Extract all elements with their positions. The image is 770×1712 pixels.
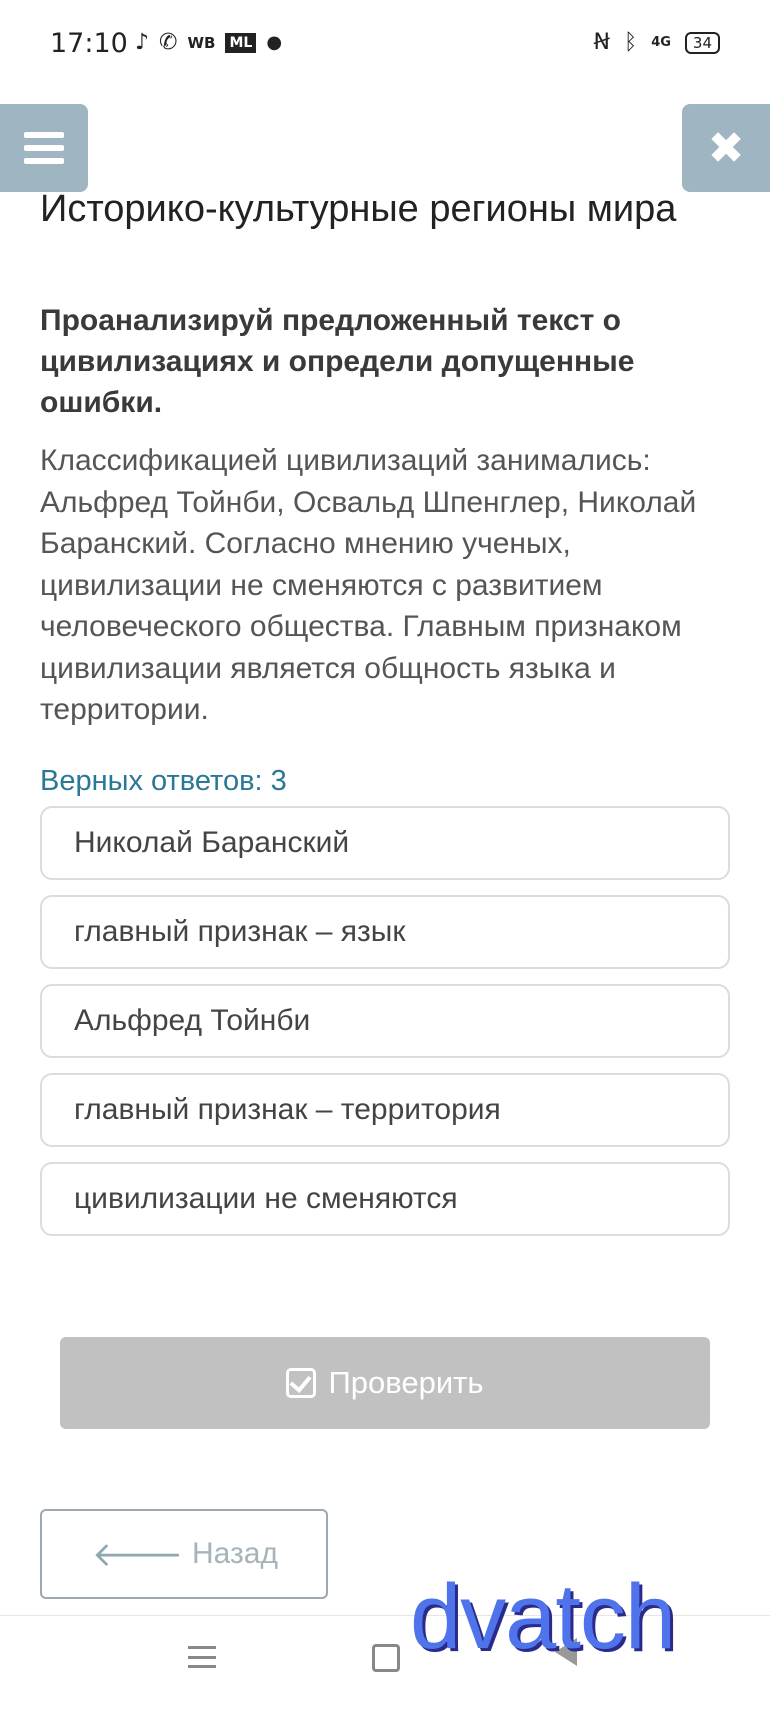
network-icon: 4G (651, 35, 671, 50)
status-bar: 17:10 ♪ ✆ WB ML ● Ꞥ ᛒ 4G 34 (0, 0, 770, 95)
more-notifications-dot: ● (266, 32, 283, 53)
system-icons: Ꞥ ᛒ 4G 34 (594, 30, 720, 55)
answer-option[interactable]: Альфред Тойнби (40, 984, 730, 1058)
answer-option[interactable]: цивилизации не сменяются (40, 1162, 730, 1236)
ml-icon: ML (225, 32, 257, 53)
battery-icon: 34 (684, 31, 720, 54)
answer-option[interactable]: главный признак – территория (40, 1073, 730, 1147)
home-icon[interactable] (372, 1644, 400, 1672)
check-button[interactable]: Проверить (60, 1337, 710, 1429)
arrow-left-icon: 🡐 (92, 1535, 184, 1574)
bluetooth-icon: ᛒ (623, 30, 638, 55)
nfc-icon: Ꞥ (593, 30, 610, 55)
answer-options: Николай Баранский главный признак – язык… (40, 806, 730, 1251)
watermark: dvatch (410, 1566, 676, 1668)
answer-option[interactable]: главный признак – язык (40, 895, 730, 969)
back-button[interactable]: 🡐 Назад (40, 1509, 328, 1599)
answer-option[interactable]: Николай Баранский (40, 806, 730, 880)
status-time: 17:10 (50, 28, 128, 59)
correct-answers-count: Верных ответов: 3 (40, 765, 287, 797)
page-title: Историко-культурные регионы мира (40, 188, 677, 230)
check-button-label: Проверить (328, 1365, 484, 1400)
task-text: Классификацией цивилизаций занимались: А… (40, 444, 697, 726)
notification-icons: ♪ ✆ WB ML ● (135, 30, 282, 55)
checkbox-check-icon (286, 1368, 317, 1398)
close-button[interactable]: ✖ (682, 104, 770, 192)
back-button-label: Назад (192, 1537, 278, 1570)
recent-apps-icon[interactable] (188, 1646, 216, 1668)
close-icon: ✖ (707, 122, 745, 174)
menu-button[interactable] (0, 104, 88, 192)
hamburger-icon (24, 132, 64, 164)
task-heading: Проанализируй предложенный текст о цивил… (40, 304, 635, 419)
whatsapp-icon: ✆ (159, 30, 178, 55)
wb-icon: WB (187, 33, 216, 52)
tiktok-icon: ♪ (135, 30, 150, 55)
